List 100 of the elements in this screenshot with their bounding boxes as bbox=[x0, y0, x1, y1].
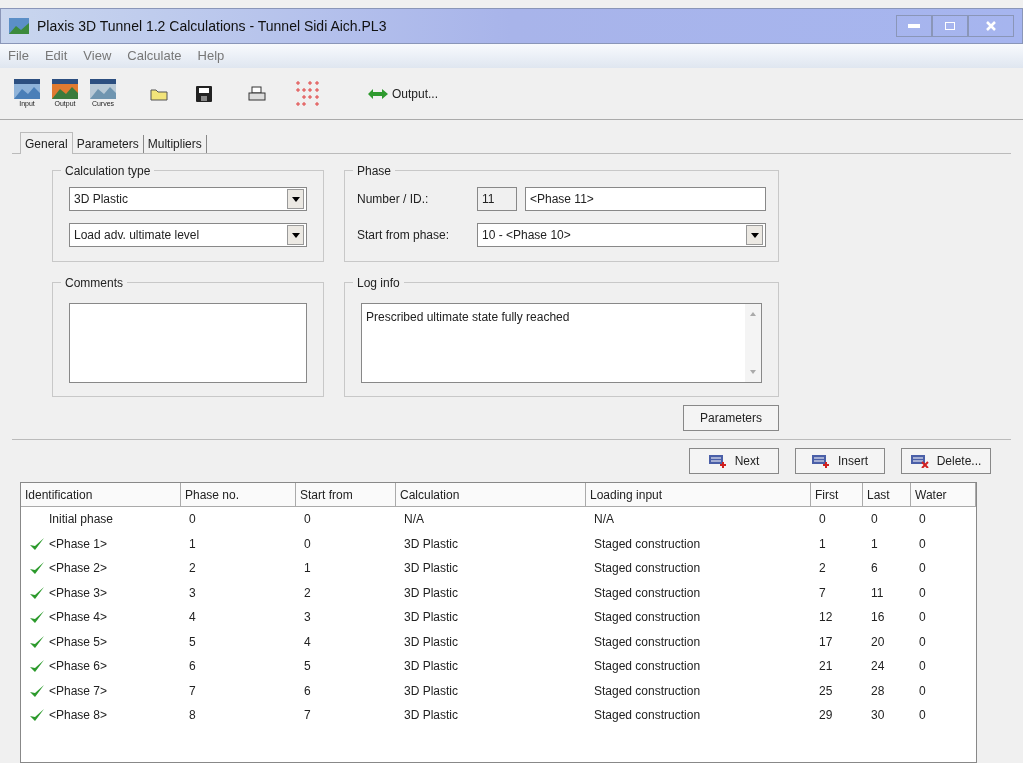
dropdown-button[interactable] bbox=[287, 225, 304, 245]
table-cell-text: 11 bbox=[871, 584, 884, 602]
table-cell-text: Staged construction bbox=[594, 535, 701, 553]
action-button[interactable]: Insert bbox=[795, 448, 885, 474]
table-cell-text: 6 bbox=[189, 658, 196, 676]
table-cell-text: 25 bbox=[819, 682, 833, 700]
comments-field[interactable] bbox=[69, 303, 307, 383]
table-cell-text: 7 bbox=[819, 584, 826, 602]
scroll-up-icon bbox=[750, 312, 756, 316]
arrow-icon bbox=[368, 88, 388, 99]
table-cell-text: 1 bbox=[871, 535, 878, 553]
table-row-icon bbox=[812, 454, 830, 468]
table-cell-text: 5 bbox=[304, 658, 311, 676]
table-cell-text: 0 bbox=[919, 560, 926, 578]
caret-icon bbox=[750, 232, 759, 238]
scrollbar[interactable] bbox=[745, 304, 761, 382]
folder-icon bbox=[150, 86, 168, 101]
table-cell-text: <Phase 1> bbox=[49, 535, 108, 553]
table-cell-text: 5 bbox=[189, 633, 196, 651]
column-header[interactable]: Start from bbox=[296, 483, 396, 506]
minimize-button[interactable] bbox=[896, 15, 932, 37]
table-cell-text: 0 bbox=[871, 511, 878, 529]
table-cell-text: 7 bbox=[189, 682, 196, 700]
start-phase-select[interactable]: 10 - <Phase 10> bbox=[477, 223, 766, 247]
parameters-button[interactable]: Parameters bbox=[682, 405, 779, 431]
table-cell-text: 29 bbox=[819, 707, 833, 725]
scroll-down-icon bbox=[750, 370, 756, 374]
table-row[interactable]: <Phase 5> 5 4 3D Plastic Staged construction 17 20 0 bbox=[21, 629, 976, 654]
table-cell-text: 1 bbox=[189, 535, 196, 553]
table-cell-text: 28 bbox=[871, 682, 885, 700]
column-header[interactable]: Loading input bbox=[586, 483, 811, 506]
table-cell-text: <Phase 3> bbox=[49, 584, 108, 602]
table-cell-text: 0 bbox=[304, 511, 311, 529]
menu-item[interactable]: File bbox=[8, 46, 29, 66]
phase-id-field[interactable]: <Phase 11> bbox=[525, 187, 766, 211]
table-cell-text: 3D Plastic bbox=[404, 633, 459, 651]
table-cell-text: 0 bbox=[304, 535, 311, 553]
table-cell-text: Staged construction bbox=[594, 658, 701, 676]
table-cell-text: 30 bbox=[871, 707, 885, 725]
table-cell-text: 0 bbox=[919, 707, 926, 725]
table-cell-text: 7 bbox=[304, 707, 311, 725]
table-cell-text: 3D Plastic bbox=[404, 584, 459, 602]
table-row[interactable]: Initial phase 0 0 N/A N/A 0 0 0 bbox=[21, 507, 976, 532]
table-cell-text: 1 bbox=[304, 560, 311, 578]
table-cell-text: 0 bbox=[919, 535, 926, 553]
table-cell-text: 3D Plastic bbox=[404, 707, 459, 725]
column-header[interactable]: Identification bbox=[21, 483, 181, 506]
table-cell-text: 0 bbox=[819, 511, 826, 529]
phase-number-field: 11 bbox=[477, 187, 517, 211]
table-row[interactable]: <Phase 2> 2 1 3D Plastic Staged construction 2 6 0 bbox=[21, 556, 976, 581]
table-cell-text: Staged construction bbox=[594, 609, 701, 627]
action-button[interactable]: Delete... bbox=[901, 448, 991, 474]
table-cell-text: 2 bbox=[819, 560, 826, 578]
table-row[interactable]: <Phase 7> 7 6 3D Plastic Staged construction 25 28 0 bbox=[21, 678, 976, 703]
window-title: Plaxis 3D Tunnel 1.2 Calculations - Tunnel Sidi Aich.PL3 bbox=[37, 16, 387, 36]
table-row[interactable]: <Phase 4> 4 3 3D Plastic Staged construction 12 16 0 bbox=[21, 605, 976, 630]
table-cell-text: 3D Plastic bbox=[404, 609, 459, 627]
table-cell-text: 1 bbox=[819, 535, 826, 553]
table-cell-text: Staged construction bbox=[594, 707, 701, 725]
calculation-type-select[interactable]: 3D Plastic bbox=[69, 187, 307, 211]
output-button[interactable]: Output... bbox=[368, 84, 439, 103]
menu-item[interactable]: Help bbox=[197, 46, 225, 66]
table-row-icon bbox=[708, 454, 727, 468]
printer-icon bbox=[248, 85, 266, 102]
table-row[interactable]: <Phase 8> 8 7 3D Plastic Staged construction 29 30 0 bbox=[21, 703, 976, 728]
table-cell-text: 6 bbox=[304, 682, 311, 700]
column-header[interactable]: Calculation bbox=[396, 483, 586, 506]
table-cell-text: 6 bbox=[871, 560, 878, 578]
column-header[interactable]: First bbox=[811, 483, 863, 506]
column-header[interactable]: Last bbox=[863, 483, 911, 506]
dropdown-button[interactable] bbox=[287, 189, 304, 209]
table-cell-text: <Phase 6> bbox=[49, 658, 108, 676]
action-button[interactable]: Next bbox=[689, 448, 779, 474]
table-cell-text: 3 bbox=[189, 584, 196, 602]
program-icon bbox=[14, 79, 40, 99]
table-cell-text: Staged construction bbox=[594, 682, 701, 700]
column-header[interactable]: Water bbox=[911, 483, 976, 506]
loading-type-select[interactable]: Load adv. ultimate level bbox=[69, 223, 307, 247]
program-icon bbox=[90, 79, 116, 99]
dropdown-button[interactable] bbox=[746, 225, 763, 245]
table-cell-text: 8 bbox=[189, 707, 196, 725]
menu-item[interactable]: View bbox=[83, 46, 112, 66]
tab[interactable]: Parameters bbox=[72, 135, 144, 153]
maximize-button[interactable] bbox=[932, 15, 968, 37]
close-button[interactable] bbox=[968, 15, 1014, 37]
table-row[interactable]: <Phase 3> 3 2 3D Plastic Staged construction 7 11 0 bbox=[21, 580, 976, 605]
close-icon bbox=[986, 21, 996, 31]
tab[interactable]: Multipliers bbox=[143, 135, 207, 153]
table-cell-text: 17 bbox=[819, 633, 833, 651]
table-row[interactable]: <Phase 6> 6 5 3D Plastic Staged construction 21 24 0 bbox=[21, 654, 976, 679]
tab[interactable]: General bbox=[20, 132, 73, 154]
menu-item[interactable]: Calculate bbox=[127, 46, 182, 66]
table-row[interactable]: <Phase 1> 1 0 3D Plastic Staged construction 1 1 0 bbox=[21, 531, 976, 556]
menu-item[interactable]: Edit bbox=[44, 46, 68, 66]
field-label: Start from phase: bbox=[357, 227, 451, 244]
column-header[interactable]: Phase no. bbox=[181, 483, 296, 506]
caret-icon bbox=[291, 196, 300, 202]
table-cell-text: 0 bbox=[189, 511, 196, 529]
table-cell-text: 24 bbox=[871, 658, 885, 676]
table-cell-text: <Phase 4> bbox=[49, 609, 108, 627]
